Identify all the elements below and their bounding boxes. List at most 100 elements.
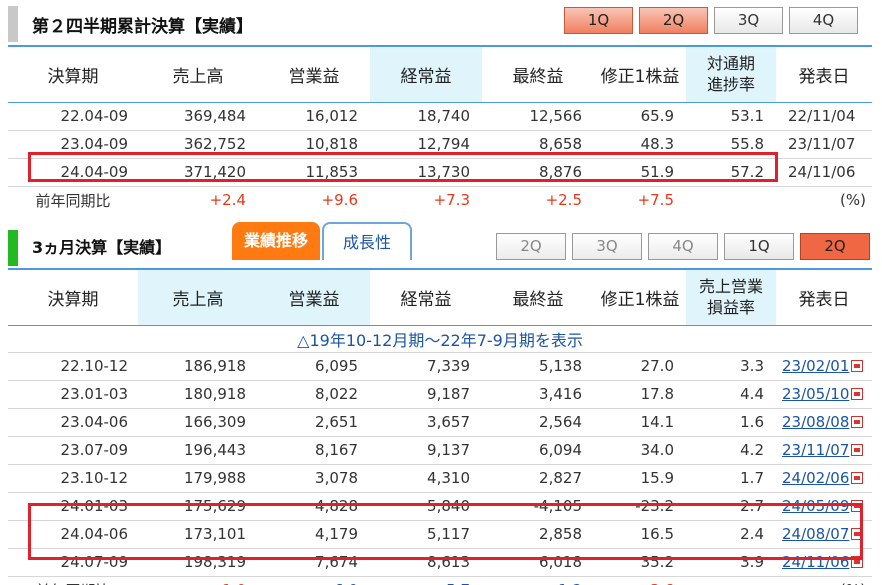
col-net-profit: 最終益 (482, 268, 594, 326)
col-progress: 対通期 進捗率 (686, 45, 776, 103)
cell-date-link[interactable]: 23/08/08 (776, 408, 872, 437)
yoy-eps: +7.5 (637, 191, 674, 210)
cell-date: 23/11/07 (776, 130, 872, 159)
cell-ord: 9,137 (370, 436, 482, 465)
show-more-row: △19年10-12月期～22年7-9月期を表示 (8, 325, 872, 353)
cell-margin: 1.7 (686, 464, 776, 493)
cell-eps: 65.9 (594, 102, 686, 131)
yoy-op: -6.0 (258, 576, 370, 585)
pdf-icon[interactable] (851, 388, 864, 400)
col-margin-line1: 売上営業 (698, 277, 763, 297)
yoy-op: +9.6 (321, 191, 358, 210)
cell-margin: 4.2 (686, 436, 776, 465)
cell-date-link[interactable]: 23/02/01 (776, 352, 872, 381)
yoy-ord: +7.3 (433, 191, 470, 210)
cell-date-link[interactable]: 24/02/06 (776, 464, 872, 493)
yoy-unit: (%) (776, 576, 872, 585)
cell-ord: 4,310 (370, 464, 482, 493)
pdf-icon[interactable] (851, 444, 864, 456)
cell-date-link[interactable]: 23/11/07 (776, 436, 872, 465)
cell-op: 8,167 (258, 436, 370, 465)
table-row: 23.01-03 180,918 8,022 9,187 3,416 17.8 … (8, 380, 872, 409)
cell-eps: 17.8 (594, 380, 686, 409)
col-net-profit: 最終益 (482, 45, 594, 103)
cell-op: 3,078 (258, 464, 370, 493)
cell-period: 23.04-06 (8, 408, 138, 437)
date-text[interactable]: 23/08/08 (782, 413, 849, 431)
show-more-link[interactable]: △19年10-12月期～22年7-9月期を表示 (8, 325, 872, 353)
cell-period: 23.01-03 (8, 380, 138, 409)
tab-2q[interactable]: 2Q (800, 233, 870, 260)
section-accent-bar (8, 6, 18, 42)
yoy-sales: +2.4 (209, 191, 246, 210)
col-eps: 修正1株益 (594, 268, 686, 326)
tab-performance-trend[interactable]: 業績推移 (232, 222, 320, 260)
pdf-icon[interactable] (851, 360, 864, 372)
table-header-row: 決算期 売上高 営業益 経常益 最終益 修正1株益 売上営業 損益率 発表日 (8, 268, 872, 326)
cumulative-q2-section: 第２四半期累計決算【実績】 1Q 2Q 3Q 4Q 決算期 売上高 営業益 経常… (0, 0, 882, 210)
table-row: 22.04-09 369,484 16,012 18,740 12,566 65… (8, 102, 872, 131)
section-title: 3ヵ月決算【実績】 (32, 238, 172, 257)
cell-margin: 1.6 (686, 408, 776, 437)
cell-eps: 27.0 (594, 352, 686, 381)
cell-op: 8,022 (258, 380, 370, 409)
tab-3q[interactable]: 3Q (572, 233, 642, 260)
table-row: 23.07-09 196,443 8,167 9,137 6,094 34.0 … (8, 436, 872, 465)
tab-3q[interactable]: 3Q (714, 7, 783, 34)
quarterly-results-section: 3ヵ月決算【実績】 業績推移 成長性 2Q 3Q 4Q 1Q 2Q 決算期 売上… (0, 220, 882, 585)
cell-margin: 4.4 (686, 380, 776, 409)
tab-prev-2q[interactable]: 2Q (496, 233, 566, 260)
col-period: 決算期 (8, 45, 138, 103)
date-text[interactable]: 23/02/01 (782, 357, 849, 375)
view-tabs: 業績推移 成長性 (232, 222, 412, 260)
cell-period: 23.10-12 (8, 464, 138, 493)
tab-4q[interactable]: 4Q (789, 7, 858, 34)
quarter-tabs: 1Q 2Q 3Q 4Q (564, 7, 864, 34)
cumulative-results-table: 決算期 売上高 営業益 経常益 最終益 修正1株益 対通期 進捗率 発表日 22.… (8, 45, 872, 214)
col-sales: 売上高 (138, 268, 258, 326)
yoy-row: 前年同期比 +2.4 +9.6 +7.3 +2.5 +7.5 (%) (8, 186, 872, 214)
col-ordinary-profit: 経常益 (370, 45, 482, 103)
table-row: 22.10-12 186,918 6,095 7,339 5,138 27.0 … (8, 352, 872, 381)
cell-ord: 18,740 (370, 102, 482, 131)
cell-ord: 9,187 (370, 380, 482, 409)
tab-growth[interactable]: 成長性 (322, 222, 412, 260)
cell-sales: 166,309 (138, 408, 258, 437)
tab-4q[interactable]: 4Q (648, 233, 718, 260)
tab-2q[interactable]: 2Q (639, 7, 708, 34)
yoy-label: 前年同期比 (8, 576, 138, 585)
date-text[interactable]: 23/05/10 (782, 385, 849, 403)
col-date: 発表日 (776, 268, 872, 326)
highlight-box (28, 152, 778, 182)
cell-margin: 3.3 (686, 352, 776, 381)
cell-sales: 369,484 (138, 102, 258, 131)
cell-eps: 34.0 (594, 436, 686, 465)
cell-op: 2,651 (258, 408, 370, 437)
cell-net: 2,564 (482, 408, 594, 437)
quarter-tabs: 2Q 3Q 4Q 1Q 2Q (496, 233, 876, 260)
col-margin-line2: 損益率 (706, 298, 755, 318)
cell-op: 16,012 (258, 102, 370, 131)
date-text[interactable]: 23/11/07 (782, 441, 849, 459)
cell-sales: 196,443 (138, 436, 258, 465)
cell-sales: 179,988 (138, 464, 258, 493)
date-text[interactable]: 24/02/06 (782, 469, 849, 487)
col-period: 決算期 (8, 268, 138, 326)
yoy-net: -1.2 (482, 576, 594, 585)
pdf-icon[interactable] (851, 416, 864, 428)
cell-period: 22.10-12 (8, 352, 138, 381)
col-ordinary-profit: 経常益 (370, 268, 482, 326)
cell-date: 24/11/06 (776, 158, 872, 187)
tab-1q[interactable]: 1Q (724, 233, 794, 260)
pdf-icon[interactable] (851, 472, 864, 484)
cell-ord: 7,339 (370, 352, 482, 381)
yoy-sales: +1.0 (138, 576, 258, 585)
tab-1q[interactable]: 1Q (564, 7, 633, 34)
section-header: 3ヵ月決算【実績】 業績推移 成長性 2Q 3Q 4Q 1Q 2Q (0, 220, 882, 266)
cell-period: 22.04-09 (8, 102, 138, 131)
yoy-net: +2.5 (545, 191, 582, 210)
yoy-empty (686, 186, 776, 214)
cell-date-link[interactable]: 23/05/10 (776, 380, 872, 409)
cell-eps: 14.1 (594, 408, 686, 437)
section-accent-bar (8, 230, 18, 266)
